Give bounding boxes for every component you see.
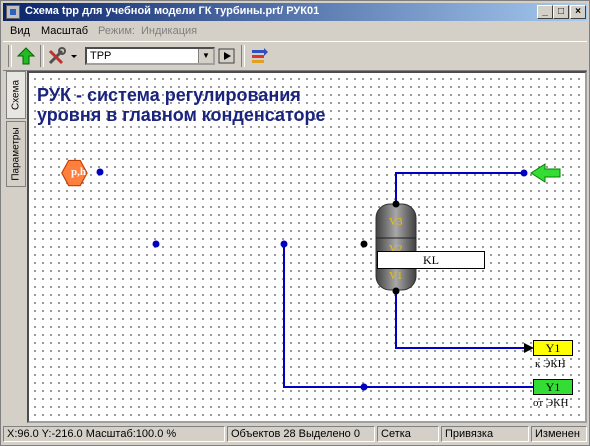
connection-dot[interactable]: [360, 383, 368, 391]
scheme-select[interactable]: TPP ▼: [85, 47, 215, 65]
app-window: Схема tpp для учебной модели ГК турбины.…: [0, 0, 590, 446]
menu-scale[interactable]: Масштаб: [41, 25, 88, 37]
inlet-arrow-icon: [530, 163, 561, 183]
tab-schema[interactable]: Схема: [6, 71, 26, 119]
swap-icon[interactable]: [248, 45, 270, 67]
connection-dot[interactable]: [152, 240, 160, 248]
menu-bar: Вид Масштаб Режим: Индикация: [3, 22, 587, 40]
kl-label-box[interactable]: KL: [377, 251, 485, 269]
sensor-hex-label: p,h: [71, 166, 86, 178]
toolbar: TPP ▼: [3, 41, 587, 71]
schema-canvas[interactable]: РУК - система регулирования уровня в гла…: [27, 71, 587, 423]
connection-dot[interactable]: [96, 168, 104, 176]
chevron-down-icon[interactable]: ▼: [198, 49, 213, 63]
tools-icon[interactable]: [46, 45, 68, 67]
toolbar-separator: [40, 45, 44, 67]
app-icon[interactable]: [6, 5, 20, 19]
y1-out-caption: к ЭКН: [535, 358, 566, 370]
tab-schema-label: Схема: [10, 79, 22, 111]
window-title: Схема tpp для учебной модели ГК турбины.…: [25, 5, 320, 17]
connection-dot[interactable]: [360, 240, 368, 248]
tab-params[interactable]: Параметры: [6, 121, 26, 187]
status-grid[interactable]: Сетка: [377, 426, 439, 442]
diagram-svg: [61, 159, 561, 391]
y1-in-caption: от ЭКН: [533, 397, 569, 409]
tank-top-port[interactable]: [392, 200, 400, 208]
toolbar-grip: [8, 45, 12, 67]
status-changed: Изменен: [531, 426, 587, 442]
status-objects: Объектов 28 Выделено 0: [227, 426, 375, 442]
scheme-select-value: TPP: [90, 50, 112, 62]
tab-params-label: Параметры: [10, 127, 22, 181]
toolbar-separator: [241, 45, 245, 67]
status-snap[interactable]: Привязка: [441, 426, 529, 442]
tank-bottom-port[interactable]: [392, 287, 400, 295]
wire-outlet: [395, 291, 529, 349]
menu-mode-label: Режим:: [98, 25, 135, 37]
y1-in-label: Y1: [545, 380, 561, 394]
maximize-button[interactable]: □: [553, 5, 569, 19]
valve-v1-label: V1: [389, 270, 403, 282]
connection-dot[interactable]: [520, 169, 528, 177]
status-bar: X:96.0 Y:-216.0 Масштаб:100.0 % Объектов…: [3, 425, 587, 443]
up-arrow-icon[interactable]: [15, 45, 37, 67]
tools-dropdown-icon[interactable]: [69, 45, 81, 67]
play-icon[interactable]: [218, 45, 236, 67]
status-coords: X:96.0 Y:-216.0 Масштаб:100.0 %: [3, 426, 225, 442]
valve-v3-label: V3: [389, 216, 403, 228]
y1-out-box[interactable]: Y1: [533, 340, 573, 356]
connection-dot[interactable]: [280, 240, 288, 248]
y1-in-box[interactable]: Y1: [533, 379, 573, 395]
minimize-button[interactable]: _: [537, 5, 553, 19]
title-bar[interactable]: Схема tpp для учебной модели ГК турбины.…: [3, 3, 587, 21]
close-button[interactable]: ×: [570, 5, 586, 19]
y1-out-label: Y1: [545, 341, 561, 355]
menu-mode-value: Индикация: [141, 25, 198, 37]
menu-view[interactable]: Вид: [10, 25, 30, 37]
kl-label: KL: [423, 253, 439, 267]
